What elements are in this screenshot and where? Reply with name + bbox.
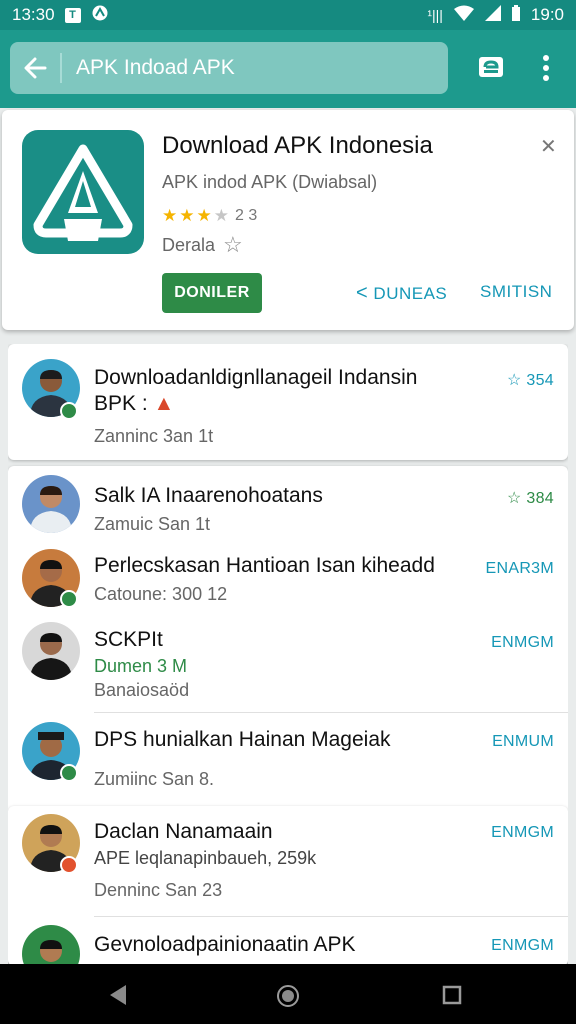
results-list: Downloadanldignllanageil Indansin BPK : … — [8, 344, 568, 964]
item-meta: Zanninc 3an 1t — [94, 426, 214, 446]
app-developer: Derala ☆ — [162, 232, 243, 258]
nav-recents-icon[interactable] — [442, 985, 462, 1010]
item-title: Daclan Nanamaain — [94, 820, 273, 843]
app-title: Download APK Indonesia — [162, 132, 433, 159]
item-meta: Denninc San 23 — [94, 880, 223, 900]
app-rating: ★ ★ ★ ★ 2 3 — [162, 206, 257, 226]
item-title: Perlecskasan Hantioan Isan kiheadd — [94, 554, 435, 577]
avatar — [22, 925, 80, 964]
details-link[interactable]: < DUNEAS — [356, 282, 447, 305]
list-item[interactable]: Perlecskasan Hantioan Isan kiheadd Catou… — [8, 546, 568, 616]
item-title: Gevnoloadpainionaatin APK — [94, 933, 356, 956]
item-rating: ☆ 354 — [507, 372, 554, 389]
search-box[interactable]: APK Indoad APK — [10, 42, 448, 94]
signal-icon — [484, 4, 501, 26]
cart-icon[interactable] — [476, 52, 506, 82]
item-meta: Zamuic San 1t — [94, 514, 211, 534]
item-action[interactable]: ENMGM — [491, 634, 554, 652]
item-action[interactable]: ENMGM — [491, 824, 554, 842]
more-options-icon[interactable] — [536, 50, 556, 86]
list-item[interactable]: Salk IA Inaarenohoatans Zamuic San 1t ☆ … — [8, 466, 568, 546]
nav-back-icon[interactable] — [108, 984, 128, 1011]
favorite-star-icon[interactable]: ☆ — [223, 232, 243, 258]
back-arrow-icon[interactable] — [10, 42, 60, 94]
item-title: SCKPIt — [94, 628, 163, 651]
app-detail-card: Download APK Indonesia APK indod APK (Dw… — [2, 110, 574, 330]
item-action[interactable]: ENMUM — [492, 733, 554, 751]
item-title: Salk IA Inaarenohoatans — [94, 484, 323, 507]
install-button[interactable]: DONILER — [162, 273, 262, 313]
list-item[interactable]: Gevnoloadpainionaatin APK ENMGM — [8, 917, 568, 964]
wifi-icon — [453, 5, 475, 26]
secondary-link[interactable]: SMITISN — [480, 282, 552, 302]
battery-text: 19:0 — [530, 5, 564, 24]
list-item[interactable]: SCKPIt Dumen 3 M Banaiosaöd ENMGM — [8, 616, 568, 712]
chevron-left-icon: < — [356, 282, 369, 304]
developer-name[interactable]: Derala — [162, 235, 215, 256]
star-empty-icon: ★ — [213, 206, 229, 225]
item-badge-text: Dumen 3 M — [94, 656, 188, 676]
star-filled-icon: ★ — [179, 206, 195, 225]
avatar — [22, 622, 80, 680]
list-item[interactable]: Downloadanldignllanageil Indansin BPK : … — [8, 344, 568, 460]
item-rating: ☆ 384 — [507, 490, 554, 507]
avatar — [22, 475, 80, 533]
item-action[interactable]: ENAR3M — [486, 560, 554, 578]
app-subtitle: APK indod APK (Dwiabsal) — [162, 172, 378, 192]
star-filled-icon: ★ — [196, 206, 212, 225]
star-filled-icon: ★ — [162, 206, 178, 225]
sync-icon — [91, 4, 109, 27]
search-divider — [60, 53, 62, 83]
close-icon[interactable]: ✕ — [540, 134, 557, 159]
item-meta: Catoune: 300 12 — [94, 584, 228, 604]
search-input[interactable]: APK Indoad APK — [76, 56, 235, 80]
item-action[interactable]: ENMGM — [491, 937, 554, 955]
app-logo-icon — [22, 130, 144, 254]
verified-badge-icon — [60, 402, 78, 420]
item-title-line2: BPK : ▲ — [94, 392, 175, 415]
item-title: Downloadanldignllanageil Indansin — [94, 366, 418, 389]
item-meta: Zumiinc San 8. — [94, 769, 215, 789]
item-title: DPS hunialkan Hainan Mageiak — [94, 728, 391, 751]
live-badge-icon — [60, 856, 78, 874]
item-subtitle: APE leqlanapinbaueh, 259k — [94, 848, 317, 868]
app-bar: APK Indoad APK — [0, 30, 576, 108]
rating-count: 2 3 — [235, 207, 258, 224]
verified-badge-icon — [60, 764, 78, 782]
vibrate-icon: ¹||| — [427, 7, 443, 23]
navigation-bar — [0, 964, 576, 1024]
flame-icon: ▲ — [153, 392, 175, 415]
list-item[interactable]: DPS hunialkan Hainan Mageiak Zumiinc San… — [8, 713, 568, 803]
status-time: 13:30 — [12, 5, 55, 24]
details-link-label: DUNEAS — [373, 284, 448, 303]
notification-icon: T — [64, 7, 81, 23]
battery-icon — [511, 4, 521, 26]
status-bar: 13:30 T ¹||| 19:0 — [0, 0, 576, 30]
item-meta: Banaiosaöd — [94, 680, 190, 700]
list-item[interactable]: Daclan Nanamaain APE leqlanapinbaueh, 25… — [8, 806, 568, 916]
nav-home-icon[interactable] — [276, 984, 300, 1013]
verified-badge-icon — [60, 590, 78, 608]
